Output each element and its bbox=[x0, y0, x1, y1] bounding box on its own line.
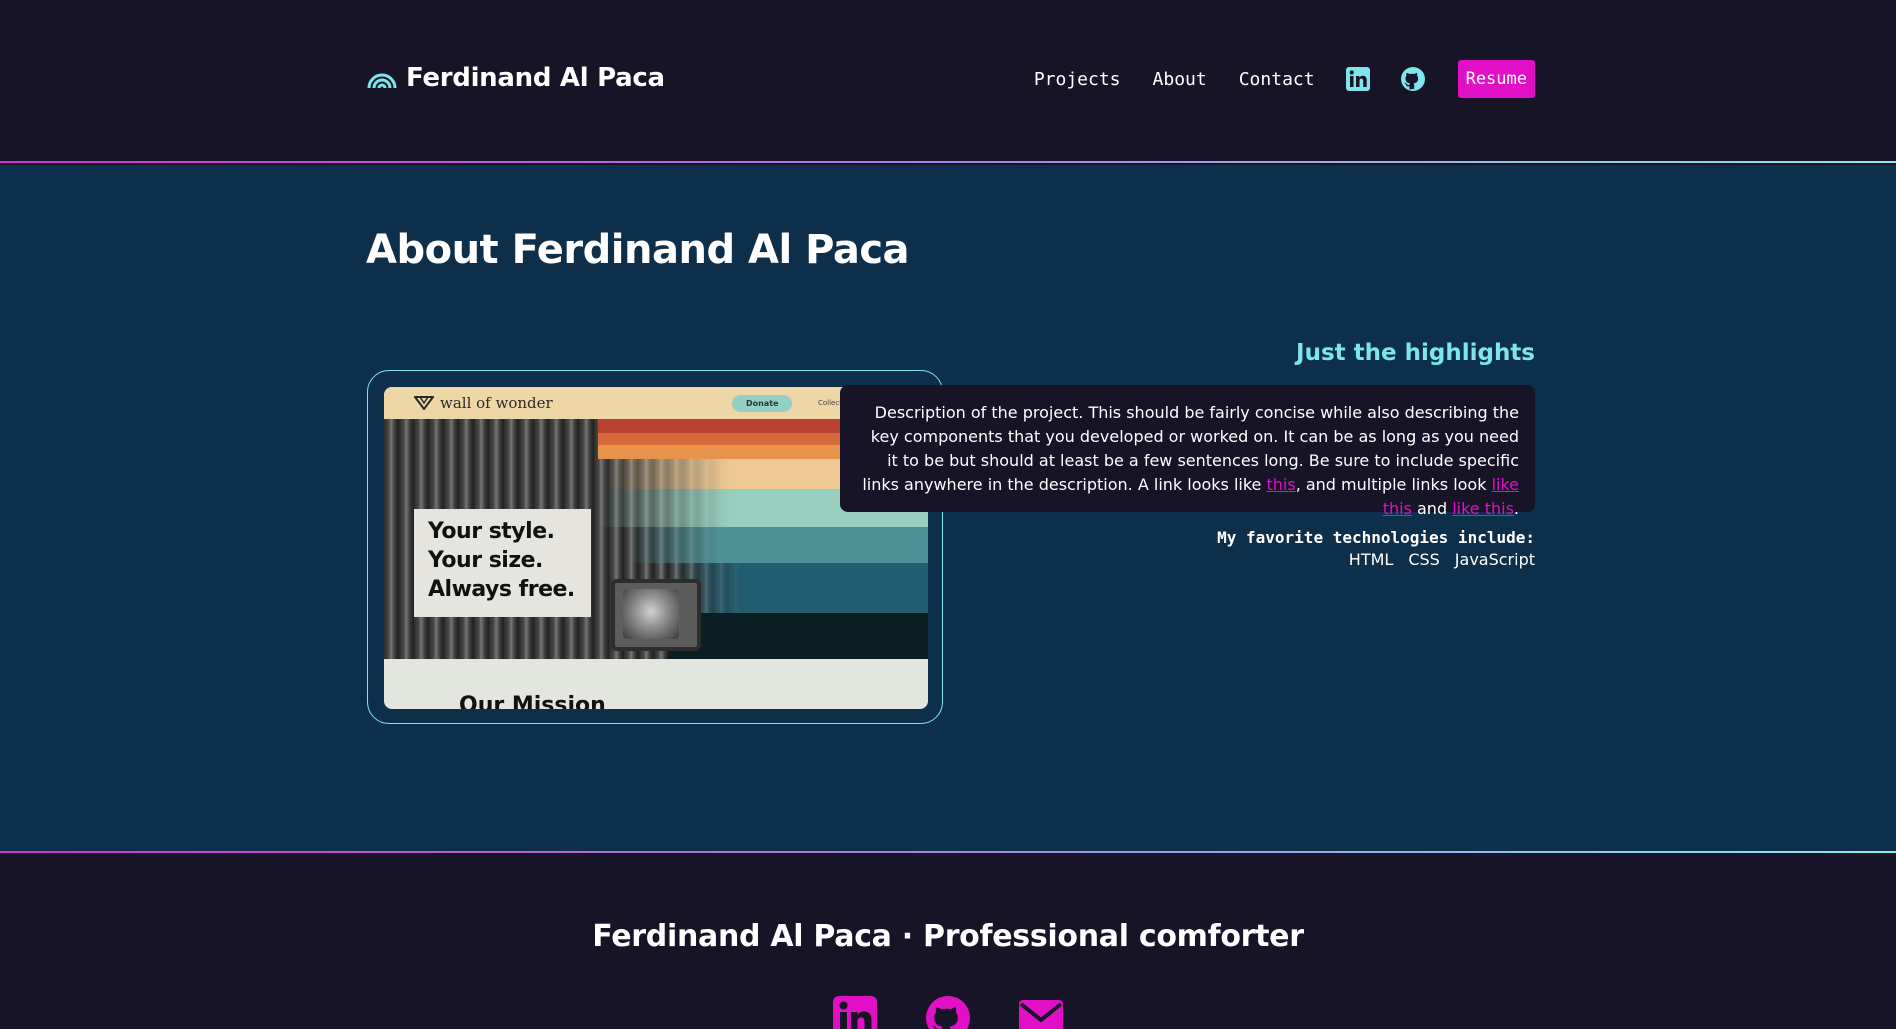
nav-contact[interactable]: Contact bbox=[1239, 69, 1315, 90]
tv-image bbox=[611, 579, 701, 651]
footer-github-link[interactable] bbox=[924, 994, 972, 1029]
footer-social-icons bbox=[831, 994, 1065, 1029]
github-link[interactable] bbox=[1400, 66, 1455, 92]
site-logo[interactable]: Ferdinand Al Paca bbox=[366, 62, 665, 94]
screenshot-donate-button: Donate bbox=[732, 395, 793, 412]
hero-tagline-card: Your style. Your size. Always free. bbox=[414, 509, 591, 617]
site-footer: Ferdinand Al Paca · Professional comfort… bbox=[0, 853, 1896, 1029]
highlights-title: Just the highlights bbox=[1296, 340, 1535, 366]
github-icon bbox=[926, 996, 970, 1029]
tv-screen bbox=[623, 589, 679, 639]
hero-line-2: Your size. bbox=[428, 548, 543, 573]
resume-button[interactable]: Resume bbox=[1457, 60, 1535, 98]
tech-item: CSS bbox=[1408, 550, 1440, 569]
main-nav: Projects About Contact Resume bbox=[1034, 60, 1535, 98]
footer-email-link[interactable] bbox=[1017, 994, 1065, 1029]
tech-item: HTML bbox=[1348, 550, 1394, 569]
description-and: and bbox=[1411, 499, 1453, 518]
screenshot-brand-text: wall of wonder bbox=[440, 394, 553, 412]
linkedin-icon bbox=[1345, 67, 1370, 91]
description-end: . bbox=[1513, 499, 1519, 518]
linkedin-link[interactable] bbox=[1345, 66, 1400, 92]
about-section: About Ferdinand Al Paca wall of wonder D… bbox=[0, 165, 1896, 851]
footer-linkedin-link[interactable] bbox=[831, 994, 879, 1029]
github-icon bbox=[1400, 67, 1425, 91]
stripe-dark bbox=[668, 613, 928, 659]
project-description: Description of the project. This should … bbox=[840, 385, 1535, 518]
screenshot-mission-heading: Our Mission bbox=[459, 693, 606, 709]
tech-item: JavaScript bbox=[1454, 550, 1535, 569]
nav-projects[interactable]: Projects bbox=[1034, 69, 1121, 90]
logo-text: Ferdinand Al Paca bbox=[406, 63, 665, 93]
description-link-1[interactable]: this bbox=[1266, 475, 1295, 494]
footer-title: Ferdinand Al Paca · Professional comfort… bbox=[592, 919, 1304, 954]
stripe-blue bbox=[668, 563, 928, 613]
hero-line-3: Always free. bbox=[428, 577, 575, 602]
rainbow-icon bbox=[367, 73, 397, 89]
linkedin-icon bbox=[833, 996, 877, 1029]
email-icon bbox=[1019, 1000, 1063, 1029]
description-link-3[interactable]: like this bbox=[1452, 499, 1514, 518]
nav-about[interactable]: About bbox=[1153, 69, 1207, 90]
hero-line-1: Your style. bbox=[428, 519, 555, 544]
technologies-list: HTML CSS JavaScript bbox=[1349, 550, 1535, 569]
page-title: About Ferdinand Al Paca bbox=[366, 227, 910, 273]
description-middle: , and multiple links look bbox=[1295, 475, 1492, 494]
wow-logo-icon bbox=[414, 396, 434, 410]
screenshot-nav-hint: Collect bbox=[818, 399, 842, 407]
stripe-teal bbox=[628, 527, 928, 563]
screenshot-brand: wall of wonder bbox=[414, 394, 553, 412]
site-header: Ferdinand Al Paca Projects About Contact… bbox=[0, 0, 1896, 163]
favorites-title: My favorite technologies include: bbox=[1217, 528, 1535, 547]
header-divider bbox=[0, 161, 1896, 163]
